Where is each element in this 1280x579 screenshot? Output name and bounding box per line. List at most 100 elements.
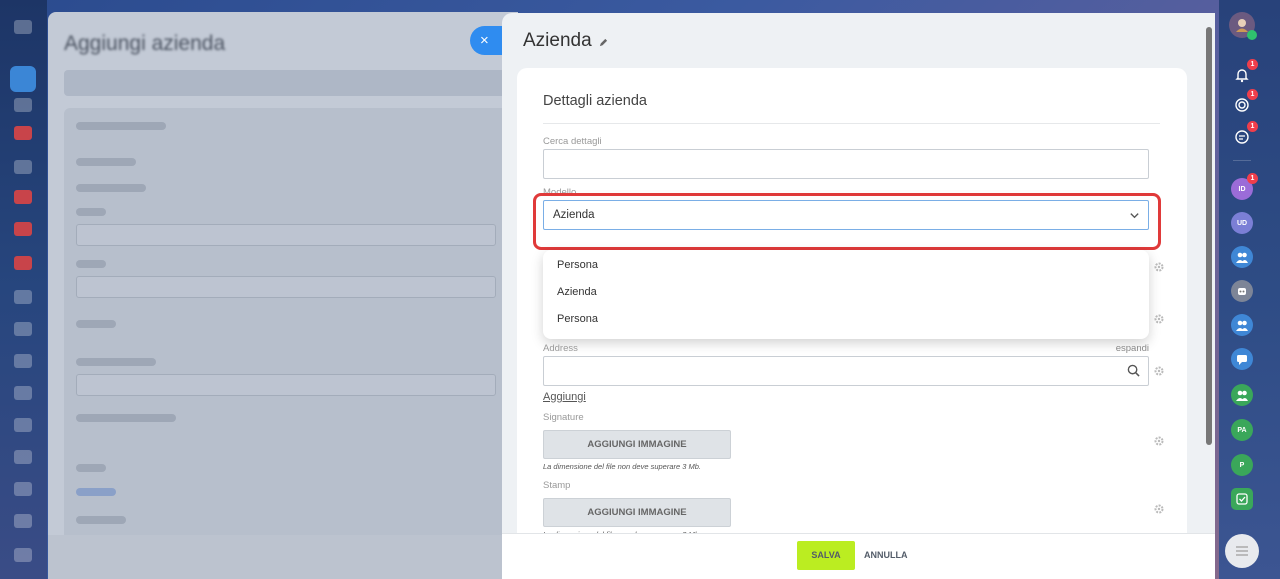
add-signature-image-button[interactable]: AGGIUNGI IMMAGINE <box>543 430 731 459</box>
group-icon <box>1236 320 1248 331</box>
search-details-input[interactable] <box>543 149 1149 179</box>
slider-title: Azienda <box>523 30 592 51</box>
close-icon: × <box>480 32 489 49</box>
message-chat[interactable] <box>1231 348 1253 370</box>
add-stamp-image-button[interactable]: AGGIUNGI IMMAGINE <box>543 498 731 527</box>
bell-icon <box>1235 69 1249 83</box>
contact-initials: P <box>1239 461 1245 469</box>
highlight-frame <box>533 193 1161 250</box>
stamp-label: Stamp <box>543 480 571 491</box>
card-title: Dettagli azienda <box>543 93 647 109</box>
nav-icon <box>14 354 32 368</box>
placeholder-line <box>76 488 116 496</box>
contact-id[interactable]: ID 1 <box>1231 173 1258 200</box>
dropdown-option[interactable]: Persona <box>557 313 598 325</box>
nav-icon <box>14 482 32 496</box>
placeholder-line <box>76 158 136 166</box>
save-button[interactable]: SALVA <box>797 541 855 570</box>
chat-button[interactable]: 1 <box>1231 121 1258 148</box>
placeholder-line <box>76 464 106 472</box>
contact-pa[interactable]: PA <box>1231 419 1253 441</box>
placeholder-line <box>76 516 126 524</box>
placeholder-line <box>76 208 106 216</box>
nav-icon <box>14 386 32 400</box>
notification-badge: 1 <box>1247 121 1258 132</box>
bot-chat[interactable] <box>1231 280 1253 302</box>
nav-icon <box>14 20 32 34</box>
contact-ud[interactable]: UD <box>1231 212 1253 234</box>
left-sidebar <box>0 0 47 579</box>
contact-initials: PA <box>1237 426 1247 434</box>
nav-icon <box>14 322 32 336</box>
add-link[interactable]: Aggiungi <box>543 391 586 403</box>
placeholder-field <box>76 276 496 298</box>
online-status-icon <box>1247 30 1257 40</box>
notifications-button[interactable]: 1 <box>1231 59 1258 86</box>
target-icon <box>1235 98 1249 112</box>
contact-p[interactable]: P <box>1231 454 1253 476</box>
nav-icon <box>14 290 32 304</box>
nav-icon <box>14 256 32 270</box>
message-icon <box>1237 355 1247 365</box>
nav-icon <box>14 418 32 432</box>
goals-button[interactable]: 1 <box>1231 89 1258 116</box>
notification-badge: 1 <box>1247 173 1258 184</box>
nav-icon <box>14 514 32 528</box>
right-sidebar: 1 1 1 ID 1 UD PA P <box>1219 0 1280 579</box>
dropdown-option[interactable]: Azienda <box>557 286 597 298</box>
dropdown-option[interactable]: Persona <box>557 259 598 271</box>
robot-icon <box>1238 288 1246 295</box>
placeholder-line <box>76 414 176 422</box>
group-chat[interactable] <box>1231 246 1253 268</box>
chat-icon <box>1235 130 1249 144</box>
menu-icon <box>1236 546 1248 556</box>
nav-icon <box>14 160 32 174</box>
placeholder-line <box>76 320 116 328</box>
template-dropdown: Persona Azienda Persona <box>543 250 1149 339</box>
group-icon <box>1236 390 1248 401</box>
task-icon <box>1236 493 1248 505</box>
divider <box>543 123 1160 124</box>
placeholder-line <box>76 184 146 192</box>
pencil-icon[interactable] <box>599 34 608 52</box>
notification-badge: 1 <box>1247 89 1258 100</box>
avatar[interactable] <box>1229 12 1257 40</box>
slider-header: Azienda <box>523 30 608 52</box>
gear-icon[interactable] <box>1154 314 1164 324</box>
background-page: Aggiungi azienda <box>48 12 518 579</box>
search-icon[interactable] <box>1127 364 1140 377</box>
tasks-button[interactable] <box>1231 488 1253 510</box>
contact-initials: UD <box>1236 219 1248 227</box>
gear-icon[interactable] <box>1154 504 1164 514</box>
search-details-label: Cerca dettagli <box>543 136 602 147</box>
company-slider: Azienda Dettagli azienda Cerca dettagli … <box>502 13 1215 579</box>
expand-link[interactable]: espandi <box>1116 343 1149 354</box>
menu-button[interactable] <box>1225 534 1259 568</box>
scrollbar[interactable] <box>1206 27 1212 445</box>
background-card <box>64 108 518 548</box>
gear-icon[interactable] <box>1154 436 1164 446</box>
gear-icon[interactable] <box>1154 366 1164 376</box>
placeholder-field <box>76 224 496 246</box>
address-input[interactable] <box>543 356 1149 386</box>
group-icon <box>1236 252 1248 263</box>
details-card: Dettagli azienda Cerca dettagli Modello … <box>517 68 1187 579</box>
placeholder-line <box>76 358 156 366</box>
slider-footer: SALVA ANNULLA <box>502 533 1215 579</box>
nav-icon <box>14 98 32 112</box>
close-slider-button[interactable]: × <box>470 26 504 55</box>
nav-icon <box>14 126 32 140</box>
background-footer <box>48 535 518 579</box>
nav-icon-active <box>10 66 36 92</box>
placeholder-line <box>76 260 106 268</box>
group-chat[interactable] <box>1231 314 1253 336</box>
group-chat[interactable] <box>1231 384 1253 406</box>
nav-icon <box>14 222 32 236</box>
placeholder-field <box>76 374 496 396</box>
divider <box>1233 160 1251 161</box>
background-tabs <box>64 70 518 96</box>
cancel-button[interactable]: ANNULLA <box>864 541 908 570</box>
gear-icon[interactable] <box>1154 262 1164 272</box>
nav-icon <box>14 450 32 464</box>
placeholder-line <box>76 122 166 130</box>
